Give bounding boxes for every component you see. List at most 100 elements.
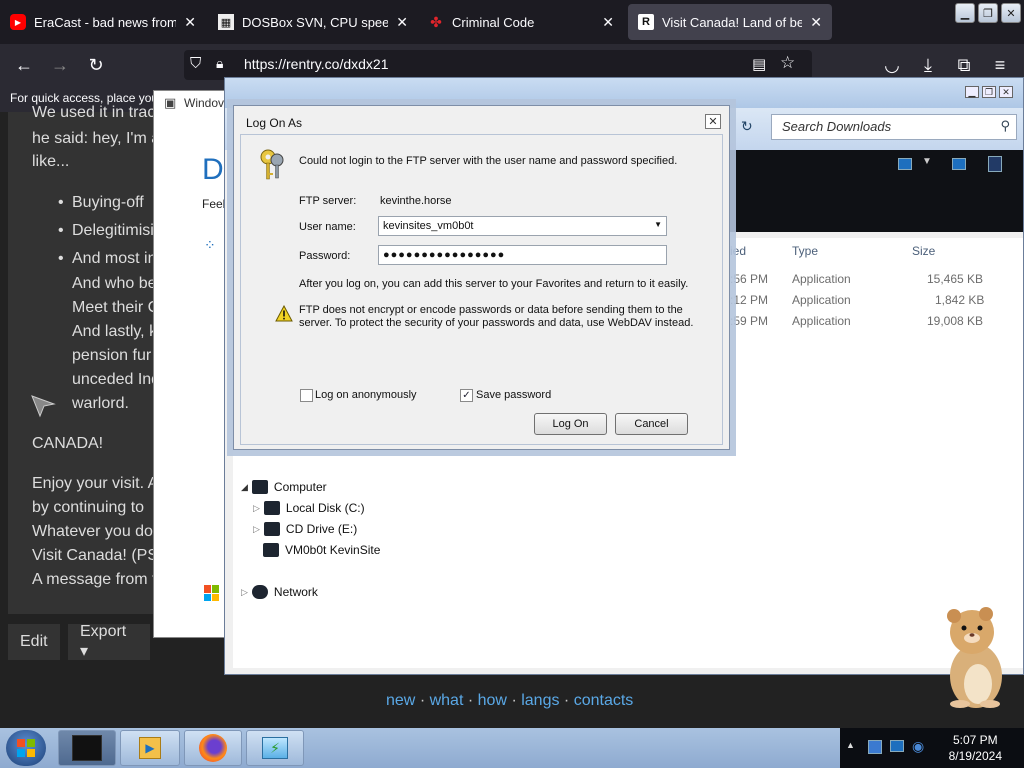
url-text[interactable]: https://rentry.co/dxdx21 (244, 56, 388, 72)
expand-arrow-icon[interactable]: ▷ (253, 503, 260, 514)
tab-title: Visit Canada! Land of beauty (662, 14, 803, 30)
column-header-modified[interactable]: ied (730, 244, 746, 258)
window-icon: ▣ (164, 95, 177, 110)
taskbar-explorer-button[interactable]: ⚡ (246, 730, 304, 766)
minimize-icon[interactable]: ▁ (955, 3, 975, 23)
dosbox-icon: ▦ (218, 14, 234, 30)
refresh-icon[interactable]: ↻ (741, 118, 753, 135)
maple-leaf-icon: ✤ (430, 13, 442, 30)
firefox-icon (199, 734, 227, 762)
start-button[interactable] (6, 730, 46, 766)
list-item: And most in (58, 250, 157, 268)
close-icon[interactable]: ✕ (810, 14, 822, 31)
tab-visit-canada[interactable]: R Visit Canada! Land of beauty ✕ (628, 4, 832, 40)
save-password-checkbox[interactable]: ✓ (460, 389, 473, 402)
expand-arrow-icon[interactable]: ◢ (241, 482, 248, 493)
list-line: warlord. (72, 395, 129, 412)
tree-label: CD Drive (E:) (285, 522, 358, 536)
close-icon[interactable]: ✕ (999, 86, 1013, 98)
dialog-title: Log On As (246, 116, 303, 130)
anonymous-label[interactable]: Log on anonymously (315, 389, 417, 401)
log-on-as-dialog[interactable]: Log On As ✕ Could not login to the FTP s… (233, 105, 730, 450)
taskbar-terminal-button[interactable] (58, 730, 116, 766)
row-size[interactable]: 19,008 KB (927, 314, 983, 328)
shield-icon[interactable]: ⛉ (190, 55, 201, 72)
tree-item-network-drive[interactable]: VM0b0t KevinSite (263, 543, 380, 557)
row-type[interactable]: Application (792, 314, 851, 328)
footer-link-how[interactable]: how (478, 692, 507, 709)
restore-icon[interactable]: ❐ (982, 86, 996, 98)
background-window[interactable]: ▣ Windov D Feel ⁘ (153, 90, 233, 638)
reload-icon[interactable]: ↻ (82, 52, 110, 78)
chevron-up-icon[interactable]: ▲ (846, 740, 855, 750)
close-icon[interactable]: ✕ (602, 14, 614, 31)
row-size[interactable]: 1,842 KB (935, 293, 984, 307)
save-password-label[interactable]: Save password (476, 389, 551, 401)
column-header-size[interactable]: Size (912, 244, 935, 258)
download-icon[interactable]: ⤓ (914, 52, 942, 78)
chevron-down-icon[interactable]: ▼ (654, 220, 662, 229)
loading-spinner-icon: ⁘ (204, 237, 216, 253)
row-modified[interactable]: :12 PM (730, 293, 768, 307)
expand-arrow-icon[interactable]: ▷ (241, 587, 248, 598)
menu-icon[interactable]: ≡ (986, 52, 1014, 78)
tree-item-computer[interactable]: ◢ Computer (241, 480, 327, 494)
tree-item-network[interactable]: ▷ Network (241, 585, 318, 599)
forward-arrow-icon[interactable]: → (46, 52, 74, 78)
network-status-icon[interactable] (868, 740, 882, 754)
pocket-icon[interactable]: ◡ (878, 52, 906, 78)
tab-criminal-code[interactable]: ✤ Criminal Code ✕ (418, 4, 624, 40)
chevron-down-icon[interactable]: ▼ (922, 156, 932, 167)
close-icon[interactable]: ✕ (396, 14, 408, 31)
volume-icon[interactable]: ◉ (912, 738, 924, 755)
minimize-icon[interactable]: ▁ (965, 86, 979, 98)
taskbar-media-button[interactable]: ▶ (120, 730, 180, 766)
column-header-type[interactable]: Type (792, 244, 818, 258)
footer-link-new[interactable]: new (386, 692, 415, 709)
row-type[interactable]: Application (792, 272, 851, 286)
tree-item-local-disk[interactable]: ▷ Local Disk (C:) (253, 501, 365, 515)
restore-icon[interactable]: ❐ (978, 3, 998, 23)
footer-link-what[interactable]: what (430, 692, 464, 709)
back-arrow-icon[interactable]: ← (10, 52, 38, 78)
user-name-combobox[interactable]: kevinsites_vm0b0t ▼ (378, 216, 667, 236)
close-icon[interactable]: ✕ (184, 14, 196, 31)
help-icon[interactable] (988, 156, 1002, 172)
view-icon[interactable] (898, 158, 912, 170)
tab-dosbox[interactable]: ▦ DOSBox SVN, CPU speed: 30 ✕ (208, 4, 418, 40)
row-modified[interactable]: :59 PM (730, 314, 768, 328)
footer-separator: · (419, 692, 426, 709)
clock-time: 5:07 PM (952, 733, 998, 747)
expand-arrow-icon[interactable]: ▷ (253, 524, 260, 535)
edit-button[interactable]: Edit (8, 624, 60, 660)
export-button[interactable]: Export ▾ (68, 623, 150, 660)
row-modified[interactable]: :56 PM (730, 272, 768, 286)
clock[interactable]: 5:07 PM 8/19/2024 (949, 732, 1002, 764)
url-bar[interactable]: ⛉ 🔒︎ https://rentry.co/dxdx21 ▤ ☆ (184, 50, 812, 80)
user-name-label: User name: (299, 221, 356, 233)
lock-icon[interactable]: 🔒︎ (216, 55, 223, 72)
row-size[interactable]: 15,465 KB (927, 272, 983, 286)
preview-pane-icon[interactable] (952, 158, 966, 170)
display-icon[interactable] (890, 740, 904, 752)
bookmark-star-icon[interactable]: ☆ (780, 53, 795, 73)
footer-link-contacts[interactable]: contacts (574, 692, 634, 709)
taskbar-firefox-button[interactable] (184, 730, 242, 766)
footer-link-langs[interactable]: langs (521, 692, 559, 709)
log-on-button[interactable]: Log On (534, 413, 607, 435)
warning-text-line-2: server. To protect the security of your … (299, 317, 694, 329)
close-icon[interactable]: ✕ (705, 114, 721, 129)
search-input[interactable]: Search Downloads ⚲ (771, 114, 1017, 140)
close-window-icon[interactable]: ✕ (1001, 3, 1021, 23)
anonymous-checkbox[interactable] (300, 389, 313, 402)
password-label: Password: (299, 250, 351, 262)
list-item: Buying-off (58, 194, 144, 212)
extensions-icon[interactable]: ⧉ (950, 52, 978, 78)
row-type[interactable]: Application (792, 293, 851, 307)
tree-item-cd-drive[interactable]: ▷ CD Drive (E:) (253, 522, 357, 536)
tab-eracast[interactable]: ▶ EraCast - bad news from bit ✕ (0, 4, 206, 40)
bookmarks-hint: For quick access, place you (10, 91, 159, 105)
password-field[interactable]: ●●●●●●●●●●●●●●●● (378, 245, 667, 265)
reader-view-icon[interactable]: ▤ (752, 55, 766, 73)
cancel-button[interactable]: Cancel (615, 413, 688, 435)
